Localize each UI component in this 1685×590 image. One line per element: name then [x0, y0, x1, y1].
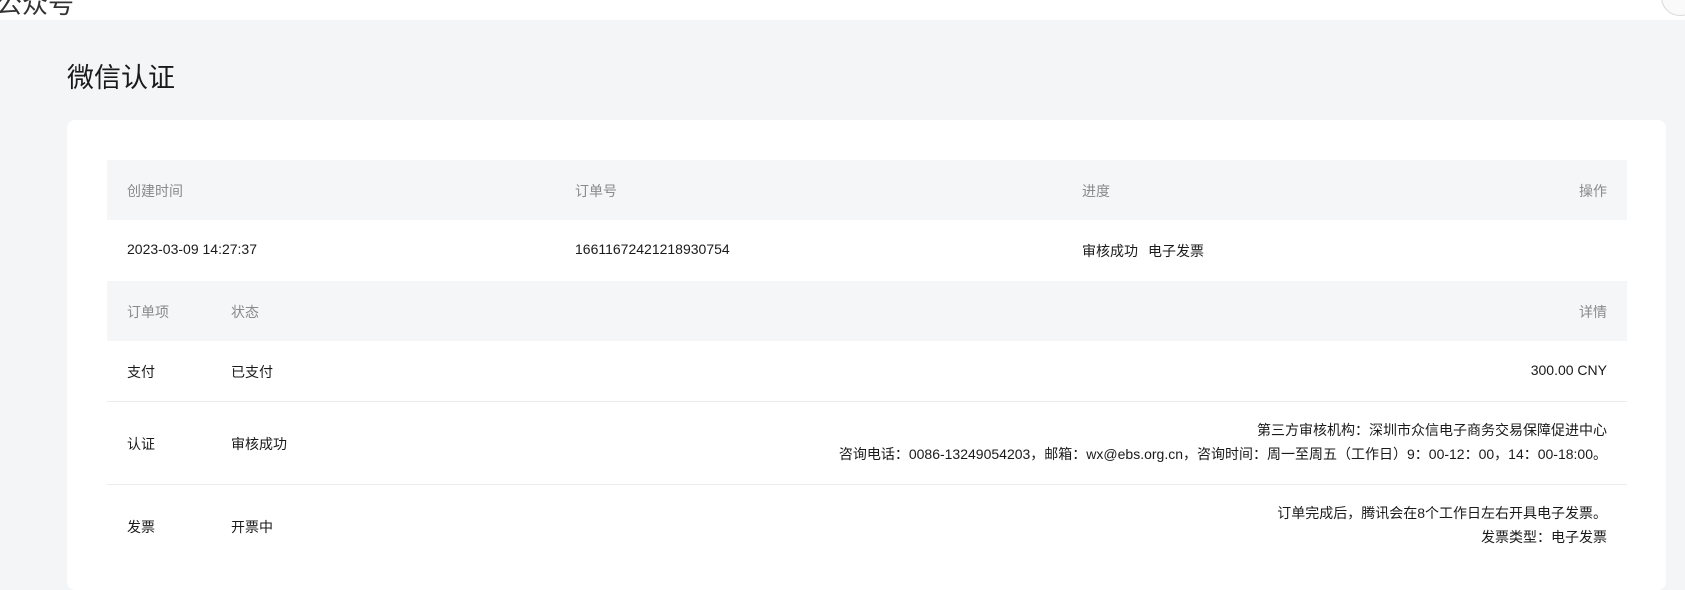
item-status: 已支付	[231, 364, 273, 380]
item-detail: 订单完成后，腾讯会在8个工作日左右开具电子发票。 发票类型：电子发票	[1277, 501, 1607, 549]
item-name: 发票	[127, 519, 155, 535]
order-no-value: 16611672421218930754	[575, 241, 730, 257]
top-bar: 公众号	[0, 0, 1685, 20]
item-status: 审核成功	[231, 436, 287, 452]
avatar[interactable]	[1661, 0, 1685, 16]
created-time-value: 2023-03-09 14:27:37	[127, 241, 257, 257]
item-name: 认证	[127, 436, 155, 452]
table-row: 发票 开票中 订单完成后，腾讯会在8个工作日左右开具电子发票。 发票类型：电子发…	[107, 485, 1627, 567]
detail-line: 咨询电话：0086-13249054203，邮箱：wx@ebs.org.cn，咨…	[838, 446, 1607, 462]
item-detail: 第三方审核机构：深圳市众信电子商务交易保障促进中心 咨询电话：0086-1324…	[839, 418, 1607, 466]
detail-line: 发票类型：电子发票	[1481, 529, 1607, 545]
item-status: 开票中	[231, 519, 273, 535]
progress-status: 审核成功	[1082, 243, 1138, 259]
page-title: 微信认证	[67, 63, 175, 93]
action-header: 操作	[1579, 183, 1607, 199]
order-no-header: 订单号	[575, 183, 617, 199]
detail-header: 详情	[1579, 304, 1607, 320]
created-time-header: 创建时间	[127, 183, 183, 199]
invoice-type-link[interactable]: 电子发票	[1148, 243, 1204, 259]
app-title: 公众号	[0, 0, 75, 19]
items-table-header: 订单项 状态 详情	[107, 281, 1627, 341]
progress-value: 审核成功 电子发票	[1082, 241, 1204, 261]
table-row: 认证 审核成功 第三方审核机构：深圳市众信电子商务交易保障促进中心 咨询电话：0…	[107, 402, 1627, 485]
detail-line: 第三方审核机构：深圳市众信电子商务交易保障促进中心	[1257, 422, 1607, 438]
order-card: 创建时间 订单号 进度 操作 2023-03-09 14:27:37 16611…	[67, 120, 1666, 590]
order-table-header: 创建时间 订单号 进度 操作	[107, 160, 1627, 220]
item-header: 订单项	[127, 304, 169, 320]
item-detail: 300.00 CNY	[1530, 362, 1607, 378]
order-row: 2023-03-09 14:27:37 16611672421218930754…	[107, 220, 1627, 280]
table-row: 支付 已支付 300.00 CNY	[107, 341, 1627, 402]
progress-header: 进度	[1082, 183, 1110, 199]
item-name: 支付	[127, 364, 155, 380]
status-header: 状态	[231, 304, 259, 320]
detail-line: 订单完成后，腾讯会在8个工作日左右开具电子发票。	[1277, 505, 1607, 521]
